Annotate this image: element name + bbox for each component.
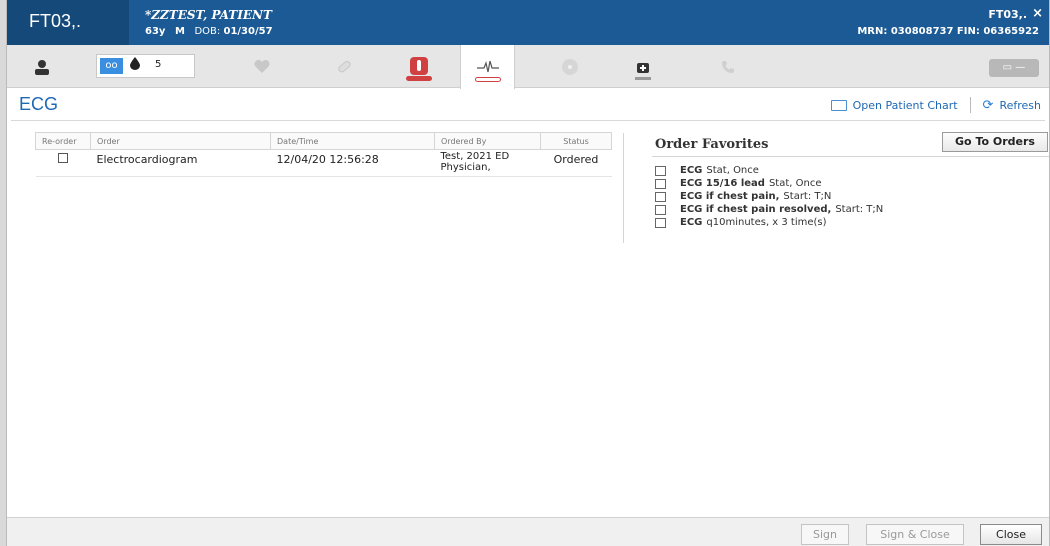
heart-icon[interactable] [247, 45, 277, 88]
unit-box: FT03,. [7, 0, 129, 45]
favorite-name: ECG [680, 217, 703, 228]
order-table: Re-order Order Date/Time Ordered By Stat… [35, 132, 612, 177]
patient-demographics: 63y M DOB: 01/30/57 [145, 26, 273, 37]
col-datetime: Date/Time [270, 132, 435, 150]
patient-sex: M [174, 26, 185, 37]
go-to-orders-button[interactable]: Go To Orders [942, 132, 1048, 152]
sign-and-close-button[interactable]: Sign & Close [866, 524, 964, 545]
folder-icon [830, 99, 847, 111]
favorite-name: ECG 15/16 lead [680, 178, 765, 189]
refresh-link[interactable]: Refresh [999, 99, 1041, 112]
ordered-by-line1: Test, 2021 ED [440, 151, 510, 162]
favorite-name: ECG [680, 165, 703, 176]
right-unit-label: FT03,. [988, 8, 1027, 21]
glasses-icon[interactable]: oo [100, 58, 123, 74]
reorder-cell [35, 149, 91, 177]
favorite-details: q10minutes, x 3 time(s) [706, 217, 827, 228]
col-reorder: Re-order [35, 132, 91, 150]
patient-banner: FT03,. *ZZTEST, PATIENT 63y M DOB: 01/30… [7, 0, 1049, 45]
order-cell: Electrocardiogram [90, 149, 271, 177]
ecg-wave-icon [476, 60, 499, 73]
person-icon[interactable] [27, 45, 57, 88]
title-divider [11, 120, 1045, 121]
favorite-details: Stat, Once [706, 165, 759, 176]
close-icon[interactable]: × [1032, 6, 1043, 21]
toolbar: oo 5 ▭ — [7, 45, 1049, 89]
favorite-checkbox[interactable] [655, 165, 666, 176]
mrn-fin: MRN: 030808737 FIN: 06365922 [857, 26, 1039, 37]
patient-name[interactable]: *ZZTEST, PATIENT [145, 8, 272, 22]
phone-icon[interactable] [715, 45, 741, 88]
footer-bar: Sign Sign & Close Close [7, 517, 1049, 546]
close-button[interactable]: Close [980, 524, 1042, 545]
favorite-details: Start: T;N [835, 204, 884, 215]
favorite-checkbox[interactable] [655, 217, 666, 228]
favorites-divider [652, 156, 1049, 157]
col-status: Status [540, 132, 612, 150]
ecg-alert-bar [474, 77, 501, 82]
favorite-checkbox[interactable] [655, 178, 666, 189]
open-patient-chart-link[interactable]: Open Patient Chart [853, 99, 958, 112]
unit-label: FT03,. [29, 11, 82, 31]
table-row[interactable]: Electrocardiogram 12/04/20 12:56:28 Test… [35, 149, 612, 177]
favorite-checkbox[interactable] [655, 204, 666, 215]
page-title: ECG [19, 94, 59, 114]
action-divider [969, 97, 971, 113]
table-header-row: Re-order Order Date/Time Ordered By Stat… [35, 132, 612, 150]
status-group: oo 5 [96, 54, 195, 78]
favorite-details: Stat, Once [768, 178, 822, 189]
lab-alert-bar [406, 76, 432, 81]
favorites-title: Order Favorites [655, 137, 769, 152]
title-actions: Open Patient Chart ⟳ Refresh [830, 97, 1041, 113]
favorite-name: ECG if chest pain, [680, 191, 780, 202]
inbox-button[interactable]: ▭ — [989, 59, 1039, 77]
favorite-details: Start: T;N [783, 191, 832, 202]
medkit-bar [635, 77, 651, 80]
favorite-item[interactable]: ECG 15/16 lead Stat, Once [655, 177, 883, 190]
favorite-item[interactable]: ECG q10minutes, x 3 time(s) [655, 216, 883, 229]
ordered-by-line2: Physician, [440, 162, 491, 173]
favorite-checkbox[interactable] [655, 191, 666, 202]
favorite-item[interactable]: ECG if chest pain resolved, Start: T;N [655, 203, 883, 216]
drop-icon[interactable] [130, 57, 140, 73]
ecg-window: FT03,. *ZZTEST, PATIENT 63y M DOB: 01/30… [6, 0, 1050, 546]
radiology-icon[interactable] [555, 45, 585, 88]
patient-age: 63y [145, 26, 166, 37]
panel-divider [623, 133, 624, 243]
favorite-name: ECG if chest pain resolved, [680, 204, 832, 215]
col-ordered-by: Ordered By [434, 132, 541, 150]
medkit-icon[interactable] [630, 45, 656, 88]
ordered-by-cell: Test, 2021 ED Physician, [434, 149, 541, 177]
pill-icon[interactable] [329, 45, 359, 88]
dob-label: DOB: [194, 26, 221, 37]
favorites-list: ECG Stat, Once ECG 15/16 lead Stat, Once E… [655, 164, 883, 229]
count-badge: 5 [155, 59, 162, 70]
favorite-item[interactable]: ECG if chest pain, Start: T;N [655, 190, 883, 203]
lab-tube-icon[interactable] [402, 45, 436, 88]
reorder-checkbox[interactable] [58, 153, 68, 163]
datetime-cell: 12/04/20 12:56:28 [270, 149, 435, 177]
favorite-item[interactable]: ECG Stat, Once [655, 164, 883, 177]
tab-ecg[interactable] [460, 45, 515, 89]
refresh-icon[interactable]: ⟳ [983, 98, 994, 113]
status-cell: Ordered [540, 149, 612, 177]
patient-dob: 01/30/57 [223, 26, 273, 37]
col-order: Order [90, 132, 271, 150]
sign-button[interactable]: Sign [801, 524, 849, 545]
